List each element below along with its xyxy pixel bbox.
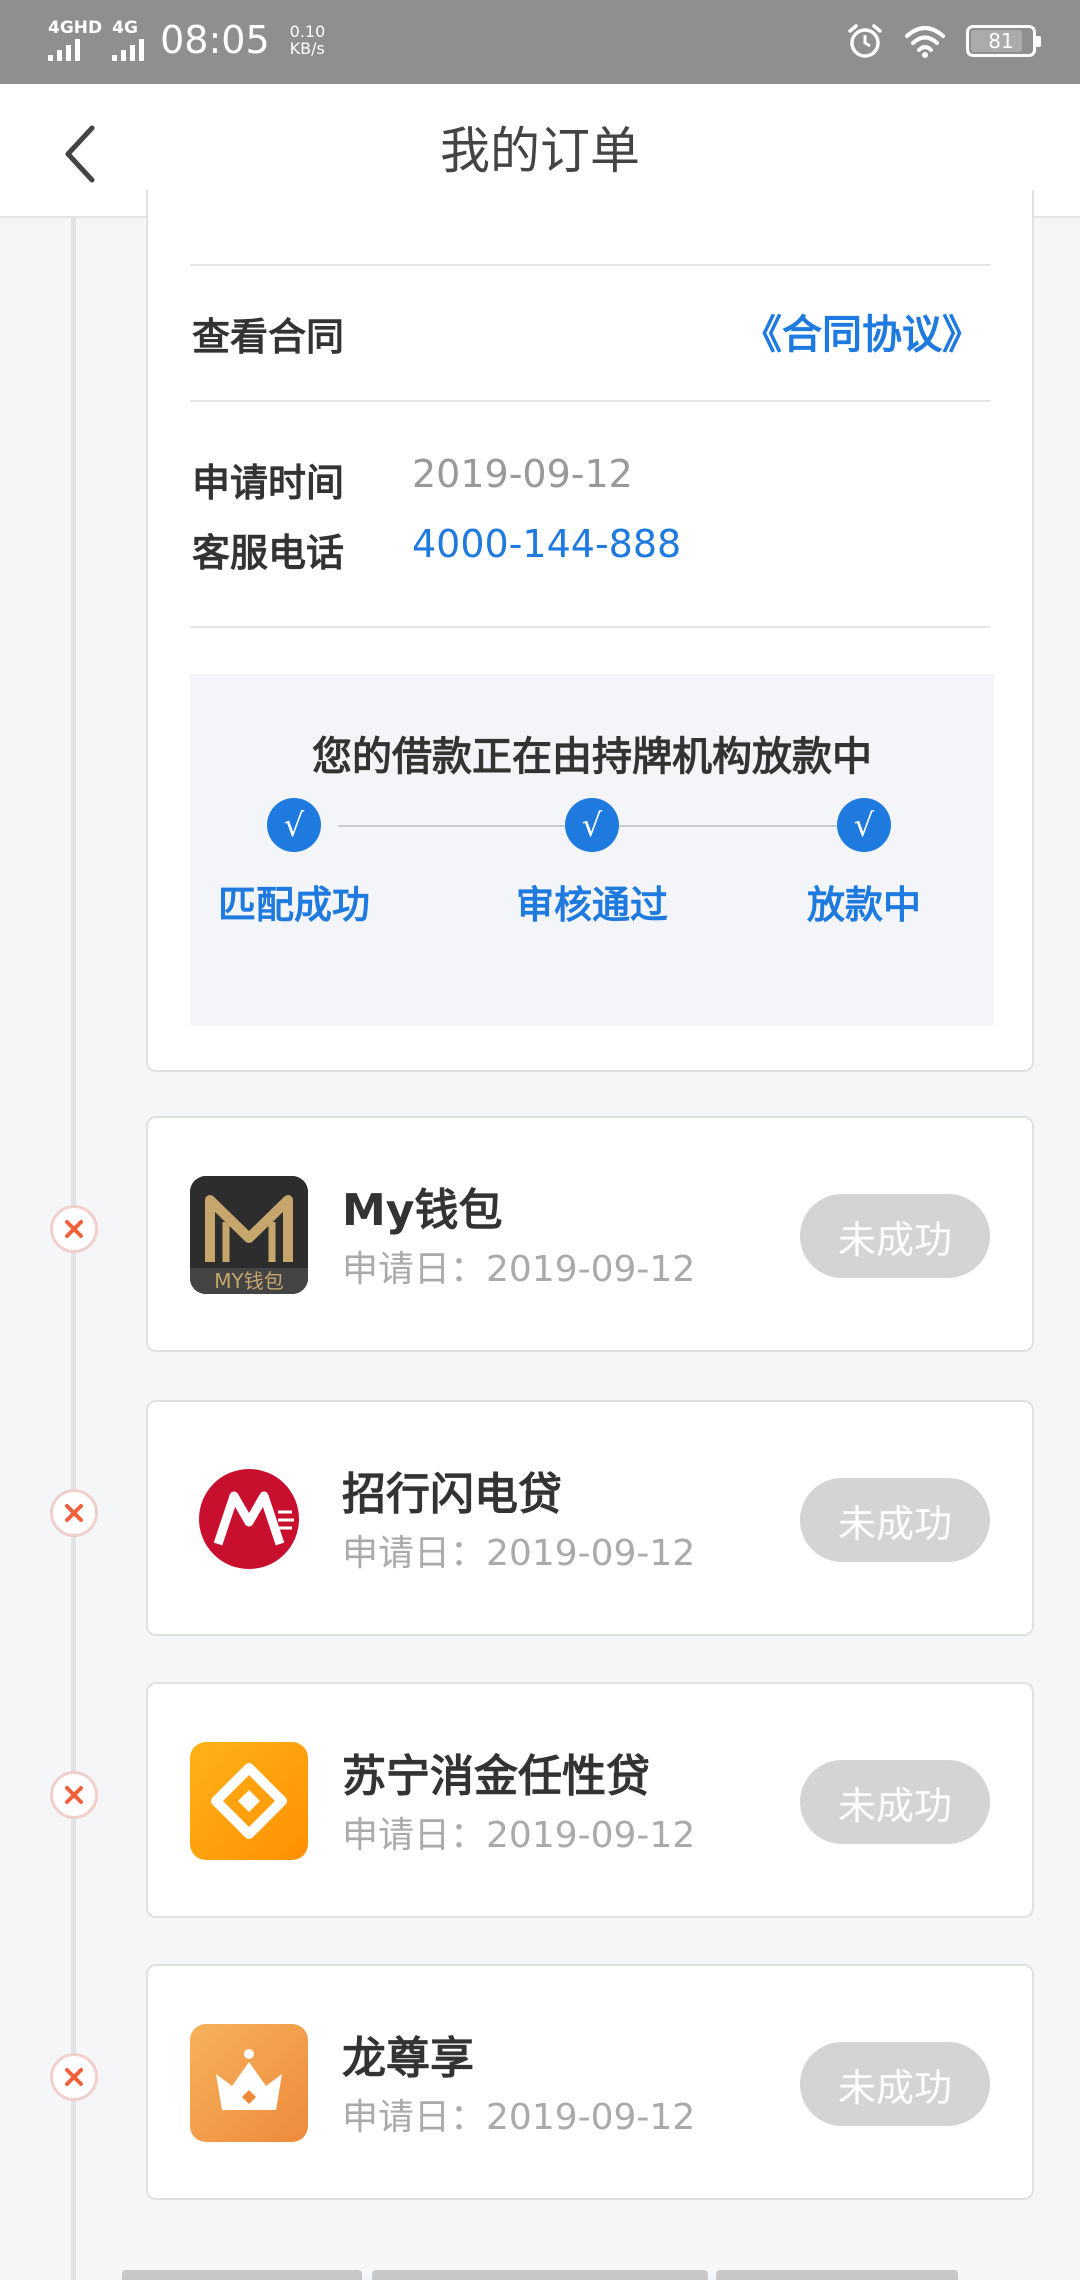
- fail-marker-icon: [50, 1489, 98, 1537]
- order-card-longzunxiang[interactable]: 龙尊享 申请日：2019-09-12 未成功: [146, 1964, 1034, 2200]
- order-card-cmb[interactable]: 招行闪电贷 申请日：2019-09-12 未成功: [146, 1400, 1034, 1636]
- step-label: 匹配成功: [217, 883, 370, 927]
- service-phone-link[interactable]: 4000-144-888: [412, 522, 681, 566]
- check-icon: √: [565, 798, 619, 852]
- my-wallet-logo-text: MY钱包: [214, 1269, 284, 1293]
- apply-time-label: 申请时间: [192, 461, 345, 505]
- status-badge: 未成功: [800, 1760, 990, 1844]
- step-label: 审核通过: [515, 883, 668, 927]
- sim2-signal: 4G: [112, 18, 145, 61]
- net-speed-unit: KB/s: [289, 39, 325, 58]
- cmb-logo: [190, 1460, 308, 1578]
- sim2-label: 4G: [112, 18, 138, 38]
- order-detail-card: 查看合同 《合同协议》 申请时间 2019-09-12 客服电话 4000-14…: [146, 190, 1034, 1072]
- progress-step-disbursing: √ 放款中: [764, 798, 964, 929]
- status-bar: 4GHD 4G 08:05 0.10 KB/s 81: [0, 0, 1080, 84]
- progress-step-matched: √ 匹配成功: [194, 798, 394, 929]
- wifi-icon: [905, 26, 945, 58]
- divider: [190, 626, 990, 628]
- net-speed: 0.10 KB/s: [290, 23, 326, 57]
- battery-icon: 81: [966, 25, 1041, 57]
- loan-name: 招行闪电贷: [342, 1469, 562, 1520]
- service-phone-label: 客服电话: [192, 531, 345, 575]
- contract-agreement-link[interactable]: 《合同协议》: [742, 302, 982, 360]
- chevron-left-icon: [65, 125, 95, 183]
- sim1-signal: 4GHD: [48, 19, 102, 61]
- order-card-suning[interactable]: 苏宁消金任性贷 申请日：2019-09-12 未成功: [146, 1682, 1034, 1918]
- signal-icon: [48, 39, 80, 61]
- status-badge: 未成功: [800, 1478, 990, 1562]
- loan-name: My钱包: [342, 1185, 503, 1236]
- bottom-tab-stub: [122, 2270, 362, 2280]
- bottom-tab-stub: [716, 2270, 958, 2280]
- apply-date: 申请日：2019-09-12: [342, 2097, 696, 2138]
- fail-marker-icon: [50, 1205, 98, 1253]
- loan-name: 龙尊享: [342, 2033, 474, 2084]
- battery-level: 81: [988, 29, 1014, 53]
- progress-step-approved: √ 审核通过: [492, 798, 692, 929]
- apply-date: 申请日：2019-09-12: [342, 1815, 696, 1856]
- apply-date: 申请日：2019-09-12: [342, 1249, 696, 1290]
- loan-name: 苏宁消金任性贷: [342, 1751, 650, 1802]
- sim1-label: 4GHD: [48, 18, 103, 38]
- clock: 08:05: [160, 18, 270, 62]
- alarm-icon: [848, 24, 882, 58]
- status-badge: 未成功: [800, 1194, 990, 1278]
- net-speed-value: 0.10: [289, 22, 326, 41]
- signal-icon: [112, 39, 145, 61]
- apply-time-value: 2019-09-12: [412, 452, 633, 496]
- back-button[interactable]: [40, 114, 120, 194]
- view-contract-label: 查看合同: [192, 315, 345, 359]
- step-label: 放款中: [806, 883, 921, 927]
- suning-logo: [190, 1742, 308, 1860]
- bottom-tab-stub: [372, 2270, 708, 2280]
- progress-title: 您的借款正在由持牌机构放款中: [312, 734, 872, 780]
- apply-date: 申请日：2019-09-12: [342, 1533, 696, 1574]
- fail-marker-icon: [50, 1771, 98, 1819]
- check-icon: √: [267, 798, 321, 852]
- loan-progress-panel: 您的借款正在由持牌机构放款中 √ 匹配成功 √ 审核通过 √ 放款中: [190, 674, 994, 1026]
- divider: [190, 400, 990, 402]
- divider: [190, 264, 990, 266]
- check-icon: √: [837, 798, 891, 852]
- status-badge: 未成功: [800, 2042, 990, 2126]
- my-wallet-logo: MY钱包: [190, 1176, 308, 1294]
- crown-logo: [190, 2024, 308, 2142]
- fail-marker-icon: [50, 2053, 98, 2101]
- order-card-my-wallet[interactable]: MY钱包 My钱包 申请日：2019-09-12 未成功: [146, 1116, 1034, 1352]
